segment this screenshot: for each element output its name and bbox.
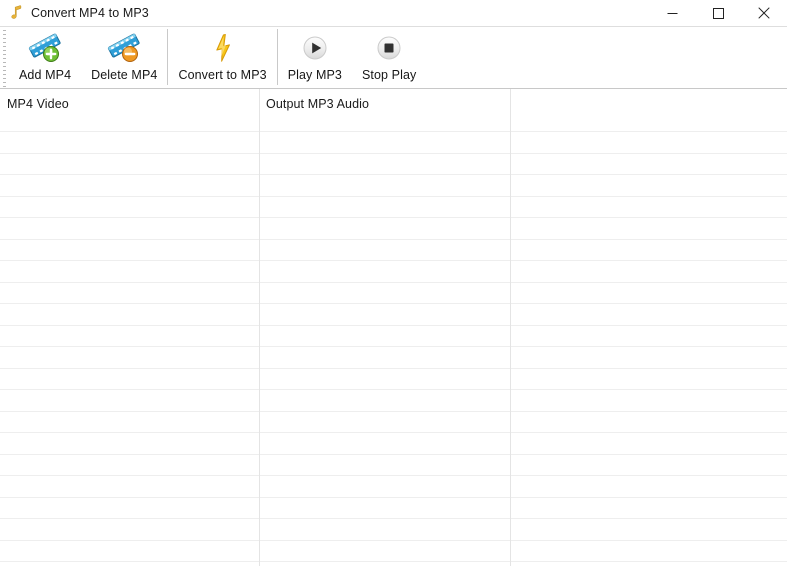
toolbar-grip-handle[interactable] bbox=[0, 28, 9, 88]
add-mp4-label: Add MP4 bbox=[19, 68, 72, 82]
window-controls bbox=[649, 0, 787, 26]
delete-mp4-label: Delete MP4 bbox=[91, 68, 158, 82]
grid-row-container bbox=[0, 89, 787, 566]
minimize-icon bbox=[667, 12, 677, 14]
column-header-mp4-video[interactable]: MP4 Video bbox=[7, 97, 69, 111]
table-row[interactable] bbox=[0, 261, 787, 283]
convert-to-mp3-label: Convert to MP3 bbox=[178, 68, 267, 82]
stop-play-button[interactable]: Stop Play bbox=[352, 28, 426, 86]
maximize-icon bbox=[712, 7, 724, 19]
lightning-bolt-icon bbox=[205, 32, 241, 64]
close-icon bbox=[758, 7, 770, 19]
maximize-button[interactable] bbox=[695, 0, 741, 26]
table-row[interactable] bbox=[0, 304, 787, 326]
stop-circle-icon bbox=[371, 32, 407, 64]
music-note-icon bbox=[11, 5, 22, 19]
toolbar: Add MP4 Delete MP4 Convert to MP3 Play M… bbox=[0, 26, 787, 89]
table-row[interactable] bbox=[0, 283, 787, 304]
stop-play-label: Stop Play bbox=[361, 68, 417, 82]
table-row[interactable] bbox=[0, 218, 787, 240]
grid-header-labels: MP4 Video Output MP3 Audio bbox=[0, 89, 787, 132]
table-row[interactable] bbox=[0, 347, 787, 369]
convert-to-mp3-button[interactable]: Convert to MP3 bbox=[168, 28, 276, 86]
table-row[interactable] bbox=[0, 412, 787, 433]
file-list-grid[interactable]: MP4 Video Output MP3 Audio bbox=[0, 89, 787, 566]
table-row[interactable] bbox=[0, 455, 787, 476]
table-row[interactable] bbox=[0, 562, 787, 566]
close-button[interactable] bbox=[741, 0, 787, 26]
table-row[interactable] bbox=[0, 197, 787, 218]
table-row[interactable] bbox=[0, 519, 787, 541]
table-row[interactable] bbox=[0, 390, 787, 412]
minimize-button[interactable] bbox=[649, 0, 695, 26]
play-mp3-label: Play MP3 bbox=[287, 68, 342, 82]
table-row[interactable] bbox=[0, 498, 787, 519]
table-row[interactable] bbox=[0, 541, 787, 562]
title-bar: Convert MP4 to MP3 bbox=[0, 0, 787, 26]
film-strip-add-icon bbox=[27, 32, 63, 64]
play-mp3-button[interactable]: Play MP3 bbox=[278, 28, 352, 86]
table-row[interactable] bbox=[0, 369, 787, 390]
column-header-output-mp3-audio[interactable]: Output MP3 Audio bbox=[266, 97, 369, 111]
delete-mp4-button[interactable]: Delete MP4 bbox=[81, 28, 167, 86]
table-row[interactable] bbox=[0, 433, 787, 455]
film-strip-remove-icon bbox=[106, 32, 142, 64]
table-row[interactable] bbox=[0, 175, 787, 197]
window-title: Convert MP4 to MP3 bbox=[31, 6, 149, 20]
table-row[interactable] bbox=[0, 326, 787, 347]
play-circle-icon bbox=[297, 32, 333, 64]
table-row[interactable] bbox=[0, 240, 787, 261]
add-mp4-button[interactable]: Add MP4 bbox=[9, 28, 81, 86]
table-row[interactable] bbox=[0, 154, 787, 175]
table-row[interactable] bbox=[0, 476, 787, 498]
table-row[interactable] bbox=[0, 132, 787, 154]
